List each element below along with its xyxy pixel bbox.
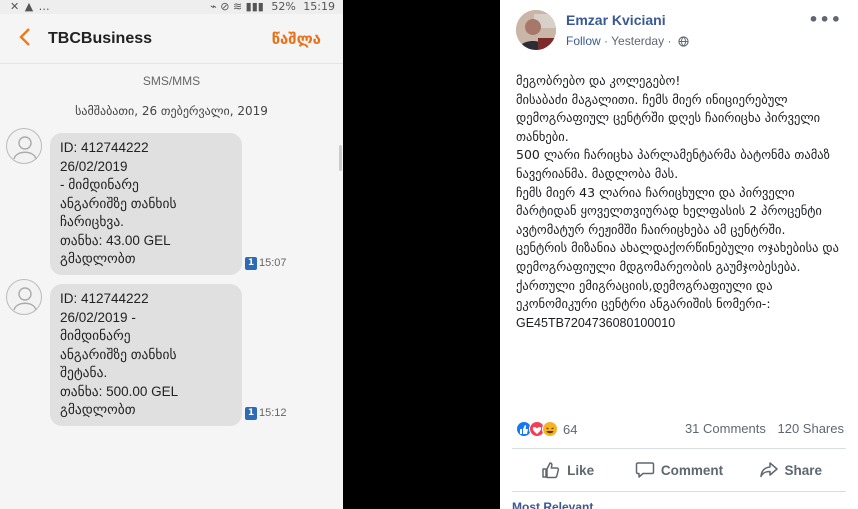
date-header: სამშაბათი, 26 თებერვალი, 2019 <box>75 104 268 118</box>
share-arrow-icon <box>759 462 778 478</box>
post-paragraph: ცენტრის მიზანია ახალდაქორწინებული ოჯახებ… <box>516 240 839 274</box>
system-status: ⌁ ⊘ ≋ ▮▮▮ 52% 15:19 <box>206 0 335 14</box>
shares-count[interactable]: 120 Shares <box>778 421 845 436</box>
thumbs-up-icon <box>542 462 560 479</box>
post-paragraph: 500 ლარი ჩარიცხა პარლამენტარმა ბატონმა თ… <box>516 147 830 181</box>
message-time: 15:12 <box>259 407 287 419</box>
share-button[interactable]: Share <box>735 449 846 491</box>
post-paragraph: ქართული ემიგრაციის,დემოგრაფიული და ეკონო… <box>516 277 773 312</box>
like-button[interactable]: Like <box>512 449 623 491</box>
sms-app-screen: ✕ ▲ … ⌁ ⊘ ≋ ▮▮▮ 52% 15:19 TBCBusiness წა… <box>0 0 343 509</box>
post-paragraph: მეგობრებო და კოლეგებო! <box>516 73 681 88</box>
message-time: 15:07 <box>259 257 287 269</box>
notification-icons: ✕ ▲ … <box>10 0 51 13</box>
divider-area <box>343 0 500 509</box>
account-number: GE45TB7204736080100010 <box>516 315 676 330</box>
post-timestamp[interactable]: Yesterday <box>611 34 664 48</box>
author-name[interactable]: Emzar Kviciani <box>566 12 666 28</box>
back-button[interactable] <box>18 26 38 50</box>
message-bubble[interactable]: ID: 412744222 26/02/2019 - მიმდინარე ანგ… <box>50 284 242 426</box>
scrollbar[interactable] <box>339 145 342 171</box>
post-paragraph: ჩემს მიერ 43 ლარია ჩარიცხული და პირველი … <box>516 184 822 237</box>
person-icon <box>13 287 37 311</box>
sim-badge: 1 <box>245 257 257 270</box>
sim-badge: 1 <box>245 407 257 420</box>
comment-button[interactable]: Comment <box>623 449 734 491</box>
comments-count[interactable]: 31 Comments <box>685 421 766 436</box>
comment-icon <box>635 462 655 478</box>
post-body: მეგობრებო და კოლეგებო! მისაბაძი მაგალითი… <box>516 72 846 332</box>
engagement-stats: 31 Comments 120 Shares <box>677 421 844 436</box>
follow-link[interactable]: Follow <box>566 34 601 48</box>
post-meta: Follow · Yesterday · <box>566 34 689 48</box>
status-bar: ✕ ▲ … ⌁ ⊘ ≋ ▮▮▮ 52% 15:19 <box>0 0 343 14</box>
sender-avatar[interactable] <box>6 128 42 164</box>
signal-icons: ⌁ ⊘ ≋ ▮▮▮ <box>210 0 264 13</box>
more-options-button[interactable]: ••• <box>808 10 842 29</box>
profile-photo-icon <box>516 10 556 50</box>
globe-icon <box>678 36 689 47</box>
person-icon <box>13 136 37 160</box>
conversation-header: TBCBusiness წაშლა <box>0 14 343 64</box>
sender-avatar[interactable] <box>6 279 42 315</box>
contact-name: TBCBusiness <box>48 30 153 47</box>
comment-sort-dropdown[interactable]: Most Relevant <box>512 500 593 509</box>
reaction-count: 64 <box>563 421 578 437</box>
battery-level: 52% <box>271 0 296 13</box>
facebook-post: Emzar Kviciani Follow · Yesterday · ••• … <box>500 0 858 509</box>
post-action-bar: Like Comment Share <box>512 448 846 492</box>
reaction-summary[interactable]: 64 <box>516 420 577 438</box>
haha-reaction-icon <box>542 421 558 437</box>
delete-button[interactable]: წაშლა <box>272 30 321 48</box>
post-paragraph: მისაბაძი მაგალითი. ჩემს მიერ ინიციერებულ… <box>516 91 821 144</box>
message-bubble[interactable]: ID: 412744222 26/02/2019 - მიმდინარე ანგ… <box>50 133 242 275</box>
chevron-left-icon <box>19 28 30 46</box>
status-clock: 15:19 <box>303 0 335 13</box>
channel-label: SMS/MMS <box>142 74 201 88</box>
avatar[interactable] <box>516 10 556 50</box>
